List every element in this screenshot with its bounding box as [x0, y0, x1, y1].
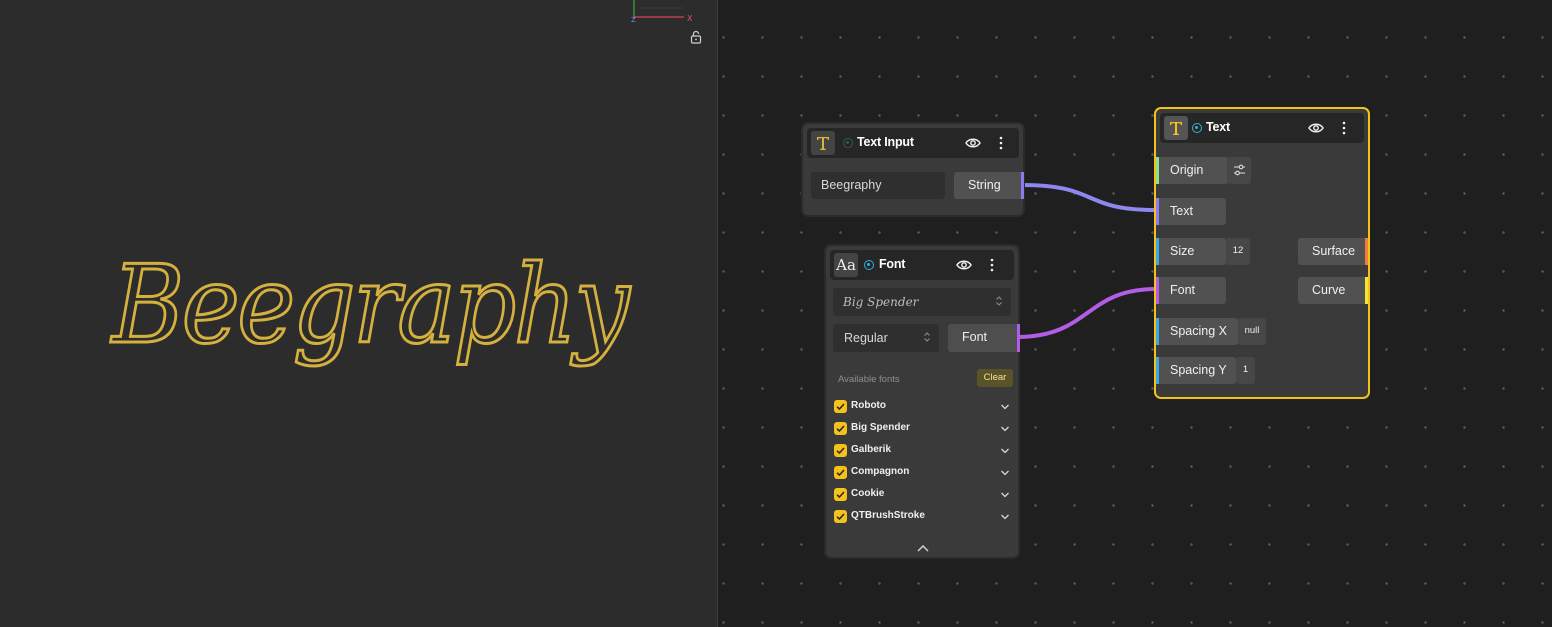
- available-fonts-label: Available fonts: [838, 374, 900, 385]
- node-header[interactable]: Aa Font: [830, 250, 1014, 280]
- axis-x-label: X: [687, 14, 693, 23]
- port-connector[interactable]: [1017, 324, 1020, 352]
- spacing-y-value[interactable]: 1: [1236, 357, 1255, 384]
- port-label: Spacing X: [1170, 324, 1227, 338]
- font-aa-icon: Aa: [834, 253, 858, 277]
- font-name: QTBrushStroke: [851, 510, 925, 521]
- port-connector[interactable]: [1156, 318, 1159, 345]
- port-label: Spacing Y: [1170, 363, 1227, 377]
- sliders-icon: [1233, 164, 1245, 176]
- font-list-item[interactable]: QTBrushStroke: [832, 506, 1012, 528]
- preview-script-text: Beegraphy: [109, 250, 636, 370]
- eye-icon[interactable]: [1308, 120, 1324, 136]
- chevron-down-icon[interactable]: [1000, 468, 1010, 478]
- port-connector[interactable]: [1156, 357, 1159, 384]
- size-value[interactable]: 12: [1226, 238, 1250, 265]
- port-connector[interactable]: [1156, 198, 1159, 225]
- input-port-font[interactable]: Font: [1156, 277, 1226, 304]
- collapse-chevron-up-icon[interactable]: [916, 544, 930, 554]
- lock-open-icon[interactable]: [689, 30, 703, 44]
- eye-icon[interactable]: [965, 135, 981, 151]
- port-connector[interactable]: [1365, 277, 1368, 304]
- node-header[interactable]: Text: [1160, 113, 1364, 143]
- origin-settings-button[interactable]: [1227, 157, 1251, 184]
- text-value-input[interactable]: Beegraphy: [811, 172, 945, 199]
- status-indicator: [1192, 123, 1202, 133]
- clear-button[interactable]: Clear: [977, 369, 1013, 387]
- checkbox-checked-icon[interactable]: [834, 510, 847, 523]
- output-port-string[interactable]: String: [954, 172, 1024, 199]
- output-port-curve[interactable]: Curve: [1298, 277, 1368, 304]
- port-label: Text: [1170, 204, 1193, 218]
- port-label: Size: [1170, 244, 1195, 258]
- font-style-select[interactable]: Regular: [833, 324, 939, 352]
- port-connector[interactable]: [1156, 157, 1159, 184]
- font-name: Big Spender: [851, 422, 910, 433]
- output-port-font[interactable]: Font: [948, 324, 1020, 352]
- chevron-down-icon[interactable]: [1000, 490, 1010, 500]
- node-title: Text Input: [857, 135, 914, 149]
- checkbox-checked-icon[interactable]: [834, 466, 847, 479]
- port-connector[interactable]: [1365, 238, 1368, 265]
- select-arrows-icon: [924, 332, 930, 342]
- font-list-item[interactable]: Big Spender: [832, 418, 1012, 440]
- chevron-down-icon[interactable]: [1000, 424, 1010, 434]
- font-family-select[interactable]: Big Spender: [833, 288, 1011, 316]
- port-label: String: [968, 178, 1001, 192]
- font-name: Galberik: [851, 444, 892, 455]
- font-list-item[interactable]: Cookie: [832, 484, 1012, 506]
- input-port-spacing-y[interactable]: Spacing Y: [1156, 357, 1236, 384]
- font-list-item[interactable]: Roboto: [832, 396, 1012, 418]
- font-style-label: Regular: [844, 331, 888, 345]
- font-list-item[interactable]: Galberik: [832, 440, 1012, 462]
- status-indicator: [843, 138, 853, 148]
- font-name: Roboto: [851, 400, 886, 411]
- more-vertical-icon[interactable]: [993, 135, 1009, 151]
- checkbox-checked-icon[interactable]: [834, 400, 847, 413]
- 3d-viewport[interactable]: Beegraphy Z X: [0, 0, 717, 627]
- chevron-down-icon[interactable]: [1000, 512, 1010, 522]
- input-port-spacing-x[interactable]: Spacing X: [1156, 318, 1238, 345]
- checkbox-checked-icon[interactable]: [834, 422, 847, 435]
- checkbox-checked-icon[interactable]: [834, 444, 847, 457]
- font-list-item[interactable]: Compagnon: [832, 462, 1012, 484]
- input-port-text[interactable]: Text: [1156, 198, 1226, 225]
- status-indicator: [864, 260, 874, 270]
- font-name: Cookie: [851, 488, 885, 499]
- text-t-icon: [1164, 116, 1188, 140]
- more-vertical-icon[interactable]: [1336, 120, 1352, 136]
- output-port-surface[interactable]: Surface: [1298, 238, 1368, 265]
- chevron-down-icon[interactable]: [1000, 446, 1010, 456]
- port-connector[interactable]: [1156, 238, 1159, 265]
- port-label: Font: [1170, 283, 1196, 297]
- spacing-x-value[interactable]: null: [1238, 318, 1266, 345]
- port-connector[interactable]: [1021, 172, 1024, 199]
- node-title: Text: [1206, 120, 1230, 134]
- eye-icon[interactable]: [956, 257, 972, 273]
- selected-font-preview: Big Spender: [843, 295, 919, 309]
- text-t-icon: [811, 131, 835, 155]
- node-title: Font: [879, 257, 906, 271]
- chevron-down-icon[interactable]: [1000, 402, 1010, 412]
- axis-gizmo: Z X: [631, 0, 693, 24]
- font-list: Roboto Big Spender Galberik Compagnon Cookie…: [826, 396, 1022, 528]
- port-connector[interactable]: [1156, 277, 1159, 304]
- font-node[interactable]: Aa Font Big Spender Regular Font Availab…: [824, 244, 1020, 559]
- checkbox-checked-icon[interactable]: [834, 488, 847, 501]
- more-vertical-icon[interactable]: [984, 257, 1000, 273]
- port-label: Origin: [1170, 163, 1204, 177]
- text-node[interactable]: Text Origin Text Size 12 Font Spacing X …: [1154, 107, 1370, 399]
- input-port-origin[interactable]: Origin: [1156, 157, 1228, 184]
- text-input-node[interactable]: Text Input Beegraphy String: [801, 122, 1025, 217]
- svg-text:Beegraphy: Beegraphy: [110, 250, 631, 368]
- node-header[interactable]: Text Input: [807, 128, 1019, 158]
- font-name: Compagnon: [851, 466, 910, 477]
- port-label: Font: [962, 330, 988, 344]
- port-label: Curve: [1312, 283, 1346, 297]
- axis-z-label: Z: [631, 16, 636, 24]
- port-label: Surface: [1312, 244, 1356, 258]
- select-arrows-icon: [996, 296, 1002, 306]
- input-port-size[interactable]: Size: [1156, 238, 1226, 265]
